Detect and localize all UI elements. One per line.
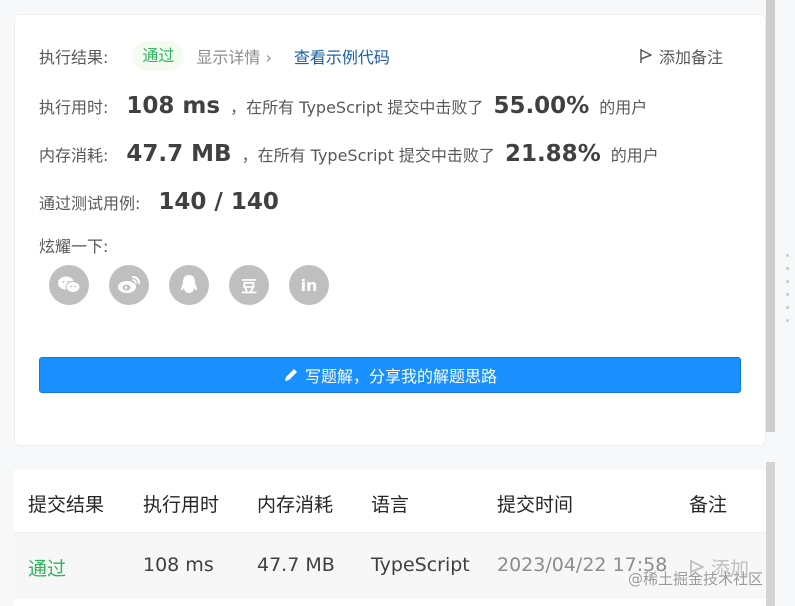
douban-icon[interactable]: 豆 [229, 265, 269, 305]
memory-value: 47.7 MB [126, 141, 232, 167]
weibo-icon[interactable] [109, 265, 149, 305]
show-details-link[interactable]: 显示详情 › [196, 44, 272, 68]
add-note-button[interactable]: 添加备注 [639, 41, 723, 71]
flag-icon [640, 49, 652, 63]
result-status-badge: 通过 [132, 41, 185, 71]
memory-tail-text: 的用户 [610, 146, 659, 165]
runtime-row: 执行用时: 108 ms ，在所有 TypeScript 提交中击败了 55.0… [39, 89, 647, 123]
runtime-value: 108 ms [126, 93, 221, 119]
runtime-tail-text: 的用户 [599, 98, 648, 117]
row-memory: 47.7 MB [257, 554, 335, 576]
table-header: 提交结果 执行用时 内存消耗 语言 提交时间 备注 [14, 470, 766, 533]
write-solution-button[interactable]: 写题解，分享我的解题思路 [39, 357, 741, 393]
tests-value: 140 / 140 [158, 189, 279, 215]
linkedin-icon[interactable]: in [289, 265, 329, 305]
scrollbar-lower[interactable] [766, 462, 775, 606]
runtime-percent: 55.00% [493, 93, 590, 119]
header-memory: 内存消耗 [257, 494, 334, 516]
tests-row: 通过测试用例: 140 / 140 [39, 185, 279, 219]
result-row: 执行结果: 通过 显示详情 › 查看示例代码 [39, 41, 390, 71]
runtime-middle-text: ，在所有 TypeScript 提交中击败了 [230, 98, 484, 117]
tests-label: 通过测试用例: [39, 194, 141, 213]
memory-middle-text: ，在所有 TypeScript 提交中击败了 [241, 146, 495, 165]
scrollbar[interactable] [766, 0, 775, 432]
runtime-label: 执行用时: [39, 98, 109, 117]
row-language: TypeScript [371, 554, 470, 576]
linkedin-glyph: in [300, 275, 318, 295]
header-language: 语言 [371, 494, 410, 516]
share-row: 炫耀一下: [39, 233, 108, 257]
wechat-icon[interactable] [49, 265, 89, 305]
douban-glyph: 豆 [240, 277, 257, 296]
add-note-label: 添加备注 [658, 48, 723, 67]
resize-handle[interactable] [786, 254, 789, 332]
header-time: 提交时间 [497, 494, 574, 516]
header-note: 备注 [689, 494, 728, 516]
memory-row: 内存消耗: 47.7 MB ，在所有 TypeScript 提交中击败了 21.… [39, 137, 659, 171]
share-icons: 豆 in [49, 265, 349, 305]
memory-label: 内存消耗: [39, 146, 109, 165]
header-result: 提交结果 [28, 494, 105, 516]
share-label: 炫耀一下: [39, 237, 109, 256]
pencil-icon [284, 369, 297, 381]
write-solution-label: 写题解，分享我的解题思路 [304, 367, 497, 386]
row-result[interactable]: 通过 [28, 554, 66, 581]
result-label: 执行结果: [39, 48, 109, 67]
header-runtime: 执行用时 [143, 494, 220, 516]
table-row[interactable]: 通过 108 ms 47.7 MB TypeScript 2023/04/22 … [14, 533, 766, 599]
row-runtime: 108 ms [143, 554, 214, 576]
watermark: @稀土掘金技术社区 [628, 570, 764, 588]
submission-result-card: 执行结果: 通过 显示详情 › 查看示例代码 添加备注 执行用时: 108 ms… [14, 14, 766, 446]
memory-percent: 21.88% [504, 141, 601, 167]
qq-icon[interactable] [169, 265, 209, 305]
view-example-code-link[interactable]: 查看示例代码 [294, 44, 390, 68]
